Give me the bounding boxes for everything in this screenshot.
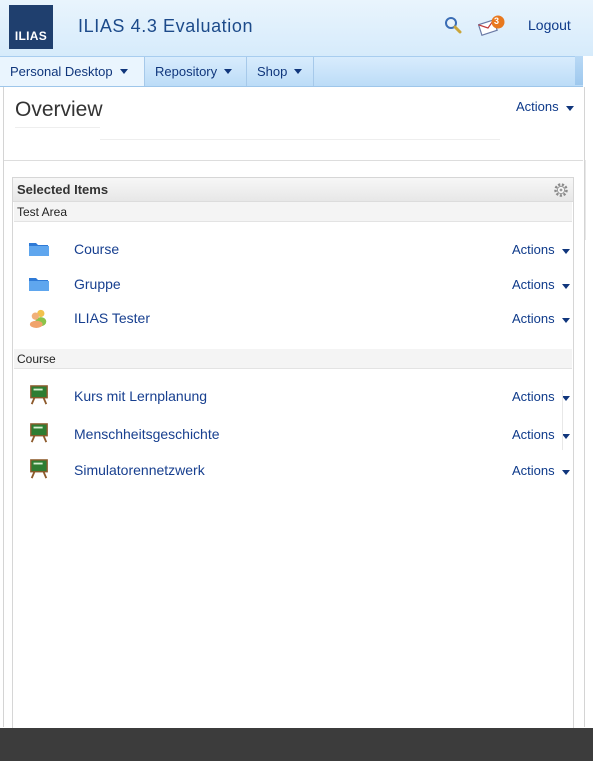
nav-repository[interactable]: Repository xyxy=(145,57,247,86)
group-header-test-area: Test Area xyxy=(14,202,572,222)
item-ilias-tester-link[interactable]: ILIAS Tester xyxy=(74,310,150,326)
blackboard-icon[interactable] xyxy=(28,385,50,405)
scrollbar-edge xyxy=(585,160,586,240)
folder-icon[interactable] xyxy=(28,274,50,294)
divider xyxy=(4,160,583,161)
logo-text: ILIAS xyxy=(14,29,48,43)
panel-title: Selected Items xyxy=(17,182,109,197)
chevron-down-icon xyxy=(224,69,233,74)
divider xyxy=(15,127,100,128)
mail-icon[interactable] xyxy=(478,15,506,37)
mail-count-badge: 3 xyxy=(494,16,500,26)
ilias-logo[interactable]: ILIAS xyxy=(9,5,53,49)
item-actions-button[interactable]: Actions xyxy=(512,277,570,292)
item-actions-button[interactable]: Actions xyxy=(512,311,570,326)
nav-personal-desktop[interactable]: Personal Desktop xyxy=(0,57,145,86)
blackboard-icon[interactable] xyxy=(28,423,50,443)
item-menschheitsgeschichte-link[interactable]: Menschheitsgeschichte xyxy=(74,426,220,442)
selected-items-panel: Selected Items Test Area Course Actions … xyxy=(12,177,574,728)
chevron-down-icon xyxy=(561,249,570,254)
page-actions-button[interactable]: Actions xyxy=(516,99,574,114)
actions-label: Actions xyxy=(512,242,555,257)
app-title: ILIAS 4.3 Evaluation xyxy=(78,16,254,36)
chevron-down-icon xyxy=(565,106,574,111)
item-actions-button[interactable]: Actions xyxy=(512,427,570,442)
scrollbar-edge xyxy=(562,390,563,450)
panel-header: Selected Items xyxy=(13,178,573,202)
item-actions-button[interactable]: Actions xyxy=(512,389,570,404)
nav-scrollbar[interactable] xyxy=(575,56,583,85)
nav-shop[interactable]: Shop xyxy=(247,57,314,86)
chevron-down-icon xyxy=(294,69,303,74)
chevron-down-icon xyxy=(119,69,128,74)
actions-label: Actions xyxy=(512,463,555,478)
item-simulatorennetzwerk-link[interactable]: Simulatorennetzwerk xyxy=(74,462,205,478)
chevron-down-icon xyxy=(561,318,570,323)
blackboard-icon[interactable] xyxy=(28,459,50,479)
logout-link[interactable]: Logout xyxy=(528,17,571,33)
group-header-course: Course xyxy=(14,349,572,369)
nav-label: Repository xyxy=(155,64,218,79)
actions-label: Actions xyxy=(516,99,559,114)
nav-label: Personal Desktop xyxy=(10,64,113,79)
folder-icon[interactable] xyxy=(28,239,50,259)
actions-label: Actions xyxy=(512,311,555,326)
divider xyxy=(100,139,500,140)
search-icon[interactable] xyxy=(444,16,462,34)
gear-icon[interactable] xyxy=(553,182,569,198)
footer-bar xyxy=(0,728,593,761)
item-gruppe-link[interactable]: Gruppe xyxy=(74,276,121,292)
chevron-down-icon xyxy=(561,284,570,289)
header-bar: ILIAS ILIAS 4.3 Evaluation 3 Logout xyxy=(0,0,593,56)
users-icon[interactable] xyxy=(28,308,50,328)
actions-label: Actions xyxy=(512,427,555,442)
item-course-link[interactable]: Course xyxy=(74,241,119,257)
actions-label: Actions xyxy=(512,389,555,404)
item-actions-button[interactable]: Actions xyxy=(512,463,570,478)
item-actions-button[interactable]: Actions xyxy=(512,242,570,257)
nav-label: Shop xyxy=(257,64,288,79)
chevron-down-icon xyxy=(561,470,570,475)
actions-label: Actions xyxy=(512,277,555,292)
page-title: Overview xyxy=(15,98,103,121)
main-nav: Personal Desktop Repository Shop xyxy=(0,56,583,87)
item-kurs-link[interactable]: Kurs mit Lernplanung xyxy=(74,388,207,404)
